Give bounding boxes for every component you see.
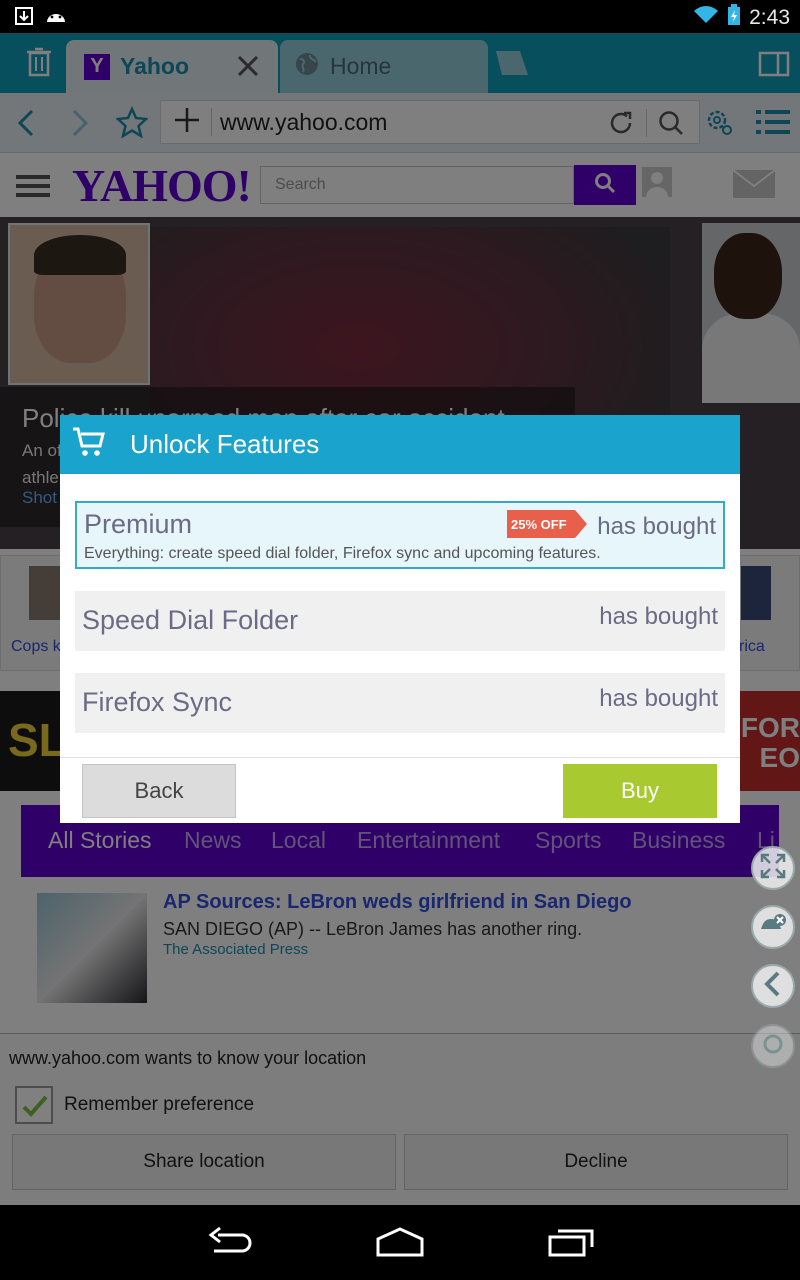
dialog-header: Unlock Features <box>60 415 740 474</box>
decline-button[interactable]: Decline <box>404 1134 788 1190</box>
unlock-features-dialog: Unlock Features Premium 25% OFF has boug… <box>60 415 740 823</box>
record-button[interactable] <box>751 1024 795 1068</box>
option-status: has bought <box>599 603 718 630</box>
option-name: Premium <box>84 509 193 539</box>
option-speed-dial-folder[interactable]: Speed Dial Folder has bought <box>75 591 725 651</box>
location-prompt: www.yahoo.com wants to know your locatio… <box>0 1033 800 1205</box>
back-button[interactable]: Back <box>82 764 236 818</box>
option-name: Firefox Sync <box>82 687 233 717</box>
hat-icon <box>759 913 787 942</box>
wifi-icon <box>693 5 719 30</box>
incognito-button[interactable] <box>751 905 795 949</box>
page-back-button[interactable] <box>751 964 795 1008</box>
home-icon[interactable] <box>374 1225 426 1264</box>
android-icon <box>44 6 68 31</box>
dialog-title: Unlock Features <box>130 429 320 459</box>
option-premium[interactable]: Premium 25% OFF has bought Everything: c… <box>75 501 725 569</box>
remember-label: Remember preference <box>64 1094 255 1115</box>
dialog-footer: Back Buy <box>60 757 740 823</box>
download-icon <box>14 6 34 31</box>
option-name: Speed Dial Folder <box>82 605 299 635</box>
circle-icon <box>762 1033 784 1060</box>
clock: 2:43 <box>749 5 790 29</box>
chevron-left-icon <box>762 971 784 1002</box>
discount-badge: 25% OFF <box>507 510 587 538</box>
buy-button[interactable]: Buy <box>563 764 717 818</box>
status-bar: 2:43 <box>0 0 800 33</box>
recents-icon[interactable] <box>546 1225 596 1264</box>
option-firefox-sync[interactable]: Firefox Sync has bought <box>75 673 725 733</box>
option-status: has bought <box>597 513 716 540</box>
share-location-button[interactable]: Share location <box>12 1134 396 1190</box>
location-question: www.yahoo.com wants to know your locatio… <box>9 1048 367 1068</box>
option-status: has bought <box>599 685 718 712</box>
back-icon[interactable] <box>206 1225 254 1264</box>
cart-icon <box>72 426 106 463</box>
checkmark-icon <box>21 1092 49 1125</box>
system-nav-bar <box>0 1205 800 1280</box>
remember-checkbox[interactable] <box>15 1086 53 1124</box>
battery-icon <box>727 4 741 31</box>
fullscreen-button[interactable] <box>751 846 795 890</box>
expand-icon <box>760 853 786 884</box>
option-description: Everything: create speed dial folder, Fi… <box>84 545 601 562</box>
